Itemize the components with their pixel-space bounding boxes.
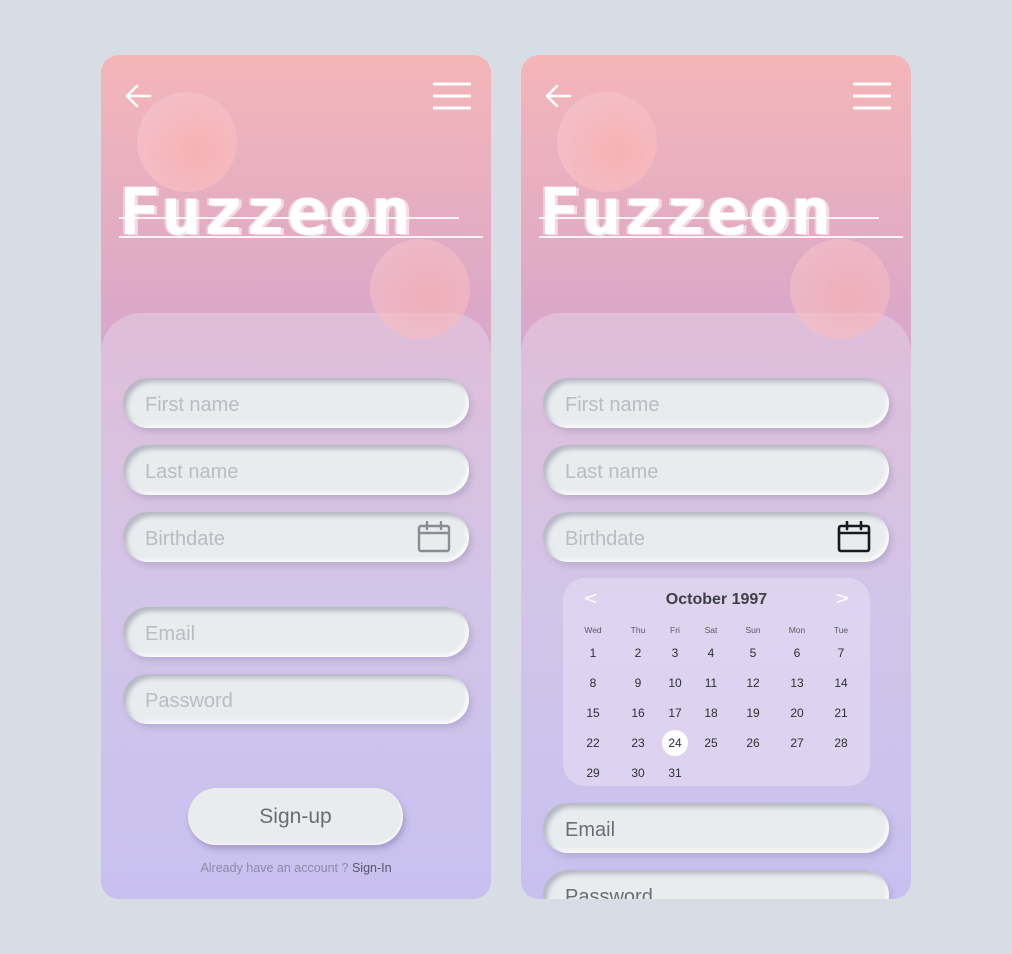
arrow-left-icon[interactable] (123, 81, 153, 111)
calendar-weekday-label: Mon (788, 625, 806, 635)
calendar-day[interactable]: 21 (828, 700, 854, 726)
password-input[interactable]: Password (543, 870, 889, 899)
logo-glitch-line (539, 217, 879, 219)
password-placeholder: Password (565, 885, 653, 900)
arrow-left-icon[interactable] (543, 81, 573, 111)
calendar-icon[interactable] (837, 521, 871, 553)
signup-screen-calendar-open: Fuzzeon First name Last name Birthdate <… (521, 55, 911, 899)
calendar-day[interactable]: 6 (784, 640, 810, 666)
calendar-day[interactable]: 2 (625, 640, 651, 666)
email-placeholder: Email (565, 818, 616, 841)
calendar-day[interactable]: 15 (580, 700, 606, 726)
first-name-placeholder: First name (565, 393, 660, 416)
app-logo: Fuzzeon (119, 174, 413, 251)
first-name-input[interactable]: First name (543, 378, 889, 428)
calendar-day[interactable]: 14 (828, 670, 854, 696)
calendar-day[interactable]: 18 (698, 700, 724, 726)
last-name-input[interactable]: Last name (543, 445, 889, 495)
logo-glitch-line (119, 236, 483, 238)
app-logo: Fuzzeon (539, 174, 833, 251)
calendar-month-title: October 1997 (665, 591, 768, 608)
last-name-placeholder: Last name (145, 460, 239, 483)
logo-glitch-line (119, 217, 459, 219)
calendar-icon[interactable] (417, 521, 451, 553)
calendar-day[interactable]: 26 (740, 730, 766, 756)
first-name-placeholder: First name (145, 393, 240, 416)
calendar-day[interactable]: 9 (625, 670, 651, 696)
decorative-bubble (370, 239, 470, 339)
calendar-day[interactable]: 5 (740, 640, 766, 666)
signup-screen-default: Fuzzeon First name Last name Birthdate E… (101, 55, 491, 899)
calendar-day[interactable]: 10 (662, 670, 688, 696)
calendar-day[interactable]: 28 (828, 730, 854, 756)
calendar-weekday-label: Sun (745, 625, 761, 635)
password-placeholder: Password (145, 689, 233, 712)
logo-glitch-line (539, 236, 903, 238)
calendar-day[interactable]: 12 (740, 670, 766, 696)
calendar-day[interactable]: 22 (580, 730, 606, 756)
calendar-weekday-label: Sat (704, 625, 718, 635)
birthdate-placeholder: Birthdate (145, 527, 226, 550)
calendar-day[interactable]: 3 (662, 640, 688, 666)
calendar-day[interactable]: 23 (625, 730, 651, 756)
calendar-day[interactable]: 16 (625, 700, 651, 726)
calendar-day[interactable]: 25 (698, 730, 724, 756)
email-placeholder: Email (145, 622, 196, 645)
birthdate-input[interactable]: Birthdate (123, 512, 469, 562)
calendar-day-selected[interactable]: 24 (662, 730, 688, 756)
have-account-text: Already have an account ? (200, 861, 349, 875)
calendar-weekday-label: Tue (833, 625, 849, 635)
birthdate-placeholder: Birthdate (565, 527, 646, 550)
calendar-day[interactable]: 4 (698, 640, 724, 666)
last-name-input[interactable]: Last name (123, 445, 469, 495)
decorative-bubble (790, 239, 890, 339)
last-name-placeholder: Last name (565, 460, 659, 483)
calendar-day[interactable]: 13 (784, 670, 810, 696)
signin-link[interactable]: Sign-In (352, 861, 392, 875)
calendar-day[interactable]: 19 (740, 700, 766, 726)
calendar-day[interactable]: 11 (698, 670, 724, 696)
calendar-weekday-label: Wed (584, 625, 602, 635)
calendar-day[interactable]: 17 (662, 700, 688, 726)
calendar-day[interactable]: 7 (828, 640, 854, 666)
hamburger-menu-icon[interactable] (853, 81, 891, 111)
calendar-day[interactable]: 31 (662, 760, 688, 786)
first-name-input[interactable]: First name (123, 378, 469, 428)
email-input[interactable]: Email (543, 803, 889, 853)
calendar-next-button[interactable]: > (835, 588, 850, 609)
email-input[interactable]: Email (123, 607, 469, 657)
calendar-day[interactable]: 8 (580, 670, 606, 696)
calendar-day[interactable]: 20 (784, 700, 810, 726)
signup-button[interactable]: Sign-up (188, 788, 403, 845)
calendar-weekday-label: Fri (670, 625, 680, 635)
password-input[interactable]: Password (123, 674, 469, 724)
signin-prompt: Already have an account ? Sign-In (101, 861, 491, 875)
calendar-day[interactable]: 30 (625, 760, 651, 786)
calendar-day[interactable]: 27 (784, 730, 810, 756)
hamburger-menu-icon[interactable] (433, 81, 471, 111)
calendar-day[interactable]: 1 (580, 640, 606, 666)
calendar-day[interactable]: 29 (580, 760, 606, 786)
calendar-weekday-label: Thu (630, 625, 646, 635)
birthdate-input[interactable]: Birthdate (543, 512, 889, 562)
date-picker: < October 1997 > Wed Thu Fri Sat Sun Mon Tue 1 2… (563, 578, 870, 786)
